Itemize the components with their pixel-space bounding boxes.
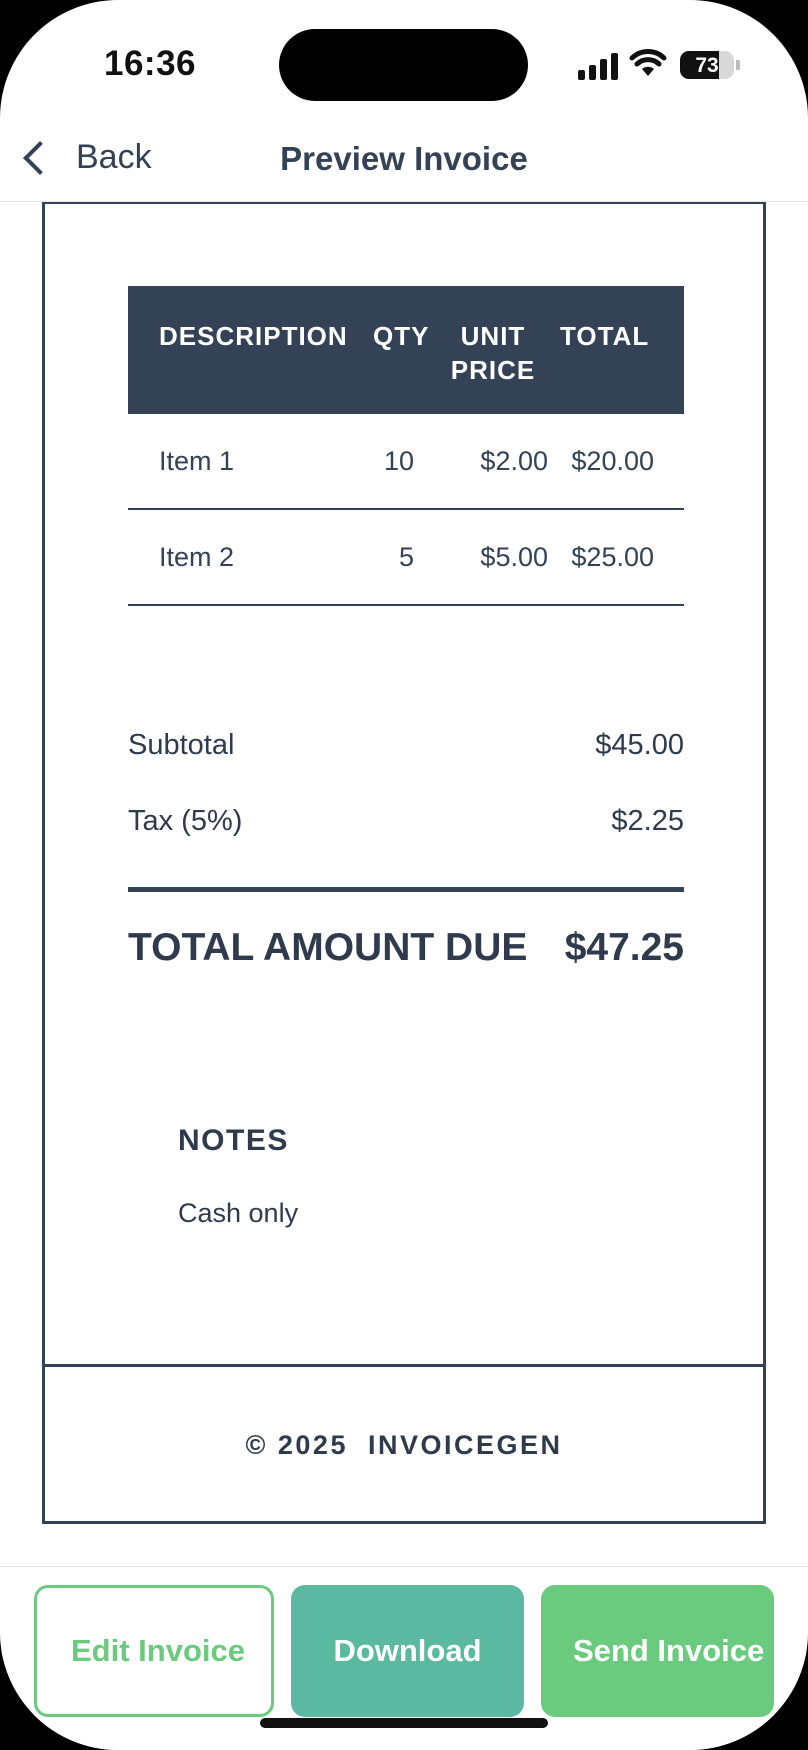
col-qty: QTY xyxy=(373,321,430,351)
tax-line: Tax (5%) $2.25 xyxy=(128,805,684,838)
page-title: Preview Invoice xyxy=(280,140,528,177)
col-total: TOTAL xyxy=(560,321,650,351)
dynamic-island xyxy=(279,29,528,101)
total-value: $47.25 xyxy=(564,926,684,969)
footer-divider xyxy=(45,1364,763,1367)
table-row: Item 2 5 $5.00 $25.00 xyxy=(128,510,684,606)
item-qty: 5 xyxy=(398,542,414,572)
table-header: DESCRIPTION QTY UNIT PRICE TOTAL xyxy=(128,286,684,414)
cellular-signal-icon xyxy=(578,52,618,80)
item-unit-price: $2.00 xyxy=(480,446,548,476)
subtotal-label: Subtotal xyxy=(128,729,235,761)
battery-level: 73 xyxy=(695,54,719,77)
notes-heading: NOTES xyxy=(178,1124,289,1157)
total-label: TOTAL AMOUNT DUE xyxy=(128,926,528,969)
subtotal-line: Subtotal $45.00 xyxy=(128,729,684,762)
phone-screen: 16:36 73 Back Preview Invoice DESCRIPTIO… xyxy=(0,0,808,1750)
status-time: 16:36 xyxy=(104,44,197,83)
table-row: Item 1 10 $2.00 $20.00 xyxy=(128,414,684,510)
download-button[interactable]: Download xyxy=(291,1585,524,1717)
home-indicator[interactable] xyxy=(260,1718,548,1728)
item-qty: 10 xyxy=(383,446,414,476)
edit-invoice-button[interactable]: Edit Invoice xyxy=(34,1585,274,1717)
tax-label: Tax (5%) xyxy=(128,805,243,837)
item-unit-price: $5.00 xyxy=(480,542,548,572)
total-amount-due: TOTAL AMOUNT DUE $47.25 xyxy=(128,926,684,970)
divider xyxy=(128,887,684,892)
notes-text: Cash only xyxy=(178,1198,299,1228)
invoice-preview: DESCRIPTION QTY UNIT PRICE TOTAL Item 1 … xyxy=(42,202,766,1524)
item-description: Item 2 xyxy=(159,542,235,572)
subtotal-value: $45.00 xyxy=(595,729,684,761)
battery-icon: 73 xyxy=(680,51,734,79)
wifi-icon xyxy=(629,49,667,76)
send-invoice-button[interactable]: Send Invoice xyxy=(541,1585,774,1717)
item-description: Item 1 xyxy=(159,446,235,476)
col-description: DESCRIPTION xyxy=(159,321,348,351)
item-total: $20.00 xyxy=(571,446,654,476)
invoice-footer: © 2025 INVOICEGEN xyxy=(245,1430,563,1460)
col-unit-price: UNIT PRICE xyxy=(450,321,536,385)
navigation-bar: Back Preview Invoice xyxy=(0,120,808,202)
item-total: $25.00 xyxy=(571,542,654,572)
tax-value: $2.25 xyxy=(611,805,684,837)
